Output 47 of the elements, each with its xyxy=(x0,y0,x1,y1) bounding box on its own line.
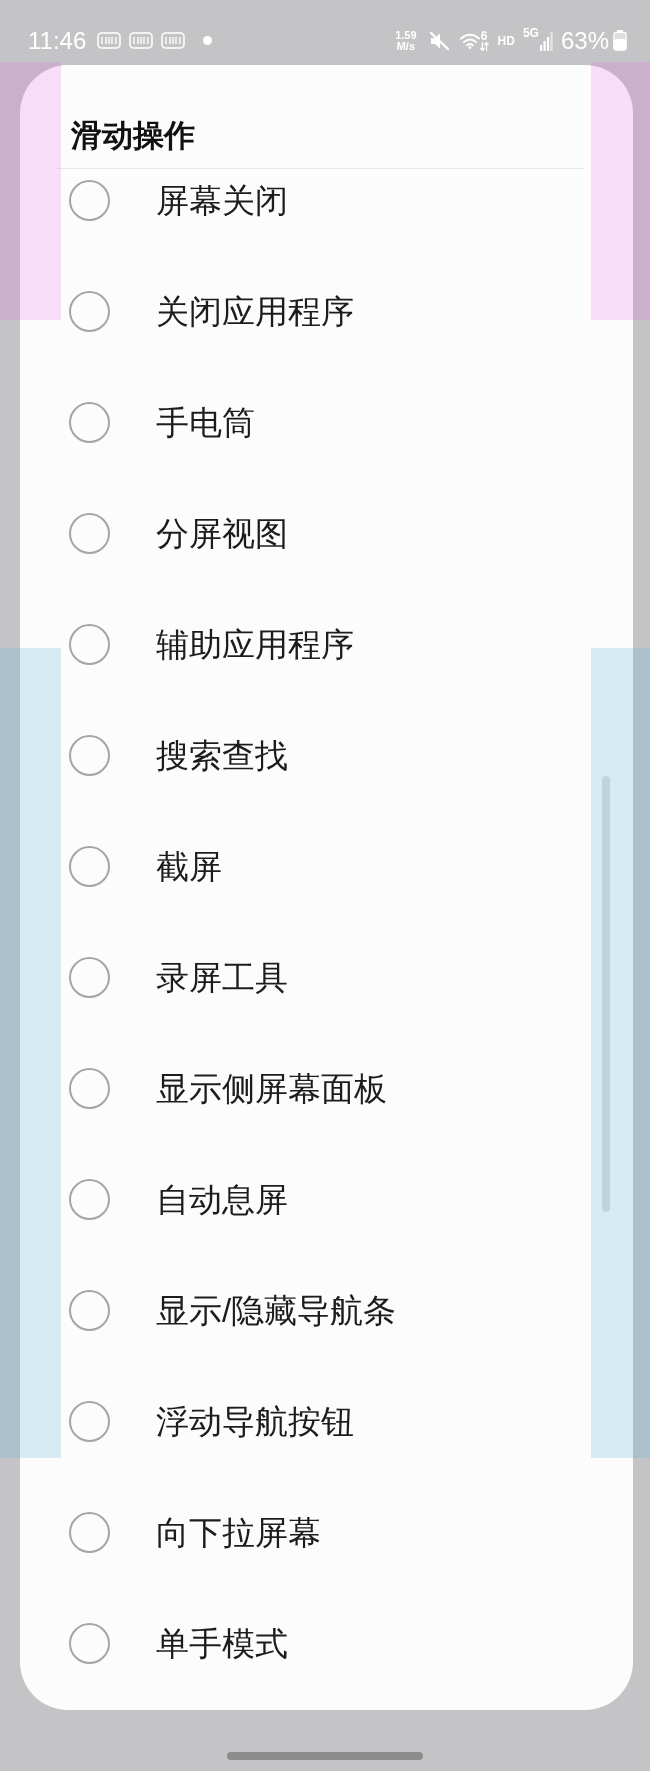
network-speed-value: 1.59 xyxy=(395,29,417,41)
dot-icon xyxy=(203,36,213,45)
radio-button[interactable] xyxy=(69,291,110,332)
muted-speaker-icon xyxy=(428,30,450,51)
option-label[interactable]: 截屏 xyxy=(156,846,222,887)
network-type-label: 5G xyxy=(522,26,539,39)
call-quality-label: HD xyxy=(497,34,515,47)
option-label[interactable]: 关闭应用程序 xyxy=(156,291,354,332)
radio-button[interactable] xyxy=(69,1512,110,1553)
signal-bars-icon xyxy=(539,31,553,51)
radio-button[interactable] xyxy=(69,402,110,443)
scrollbar-thumb[interactable] xyxy=(602,776,610,1212)
option-label[interactable]: 向下拉屏幕 xyxy=(156,1512,321,1553)
radio-button[interactable] xyxy=(69,1623,110,1664)
option-label[interactable]: 屏幕关闭 xyxy=(156,180,288,221)
radio-button[interactable] xyxy=(69,1068,110,1109)
radio-button[interactable] xyxy=(69,624,110,665)
option-label[interactable]: 手电筒 xyxy=(156,402,255,443)
option-label[interactable]: 分屏视图 xyxy=(156,513,288,554)
option-label[interactable]: 搜索查找 xyxy=(156,735,288,776)
option-label[interactable]: 单手模式 xyxy=(156,1623,288,1664)
option-label[interactable]: 浮动导航按钮 xyxy=(156,1401,354,1442)
radio-button[interactable] xyxy=(69,846,110,887)
network-speed-unit: M/s xyxy=(396,40,416,52)
wifi-icon xyxy=(459,32,480,49)
battery-icon xyxy=(613,30,627,51)
app-notification-icon xyxy=(129,32,154,49)
radio-button[interactable] xyxy=(69,513,110,554)
radio-button[interactable] xyxy=(69,735,110,776)
clock-time: 11:46 xyxy=(28,28,87,53)
option-label[interactable]: 显示侧屏幕面板 xyxy=(156,1068,387,1109)
option-label[interactable]: 显示/隐藏导航条 xyxy=(156,1290,397,1331)
option-label[interactable]: 辅助应用程序 xyxy=(156,624,354,665)
dialog-title: 滑动操作 xyxy=(71,118,195,154)
option-label[interactable]: 录屏工具 xyxy=(156,957,288,998)
option-label[interactable]: 自动息屏 xyxy=(156,1179,288,1220)
navigation-handle[interactable] xyxy=(227,1752,423,1760)
radio-button[interactable] xyxy=(69,180,110,221)
up-down-arrows-icon xyxy=(479,42,489,51)
app-notification-icon xyxy=(161,32,186,49)
app-notification-icon xyxy=(97,32,122,49)
wifi-generation-label: 6 xyxy=(480,30,488,42)
battery-percentage: 63% xyxy=(560,28,609,53)
radio-button[interactable] xyxy=(69,1290,110,1331)
radio-button[interactable] xyxy=(69,957,110,998)
radio-button[interactable] xyxy=(69,1179,110,1220)
radio-button[interactable] xyxy=(69,1401,110,1442)
